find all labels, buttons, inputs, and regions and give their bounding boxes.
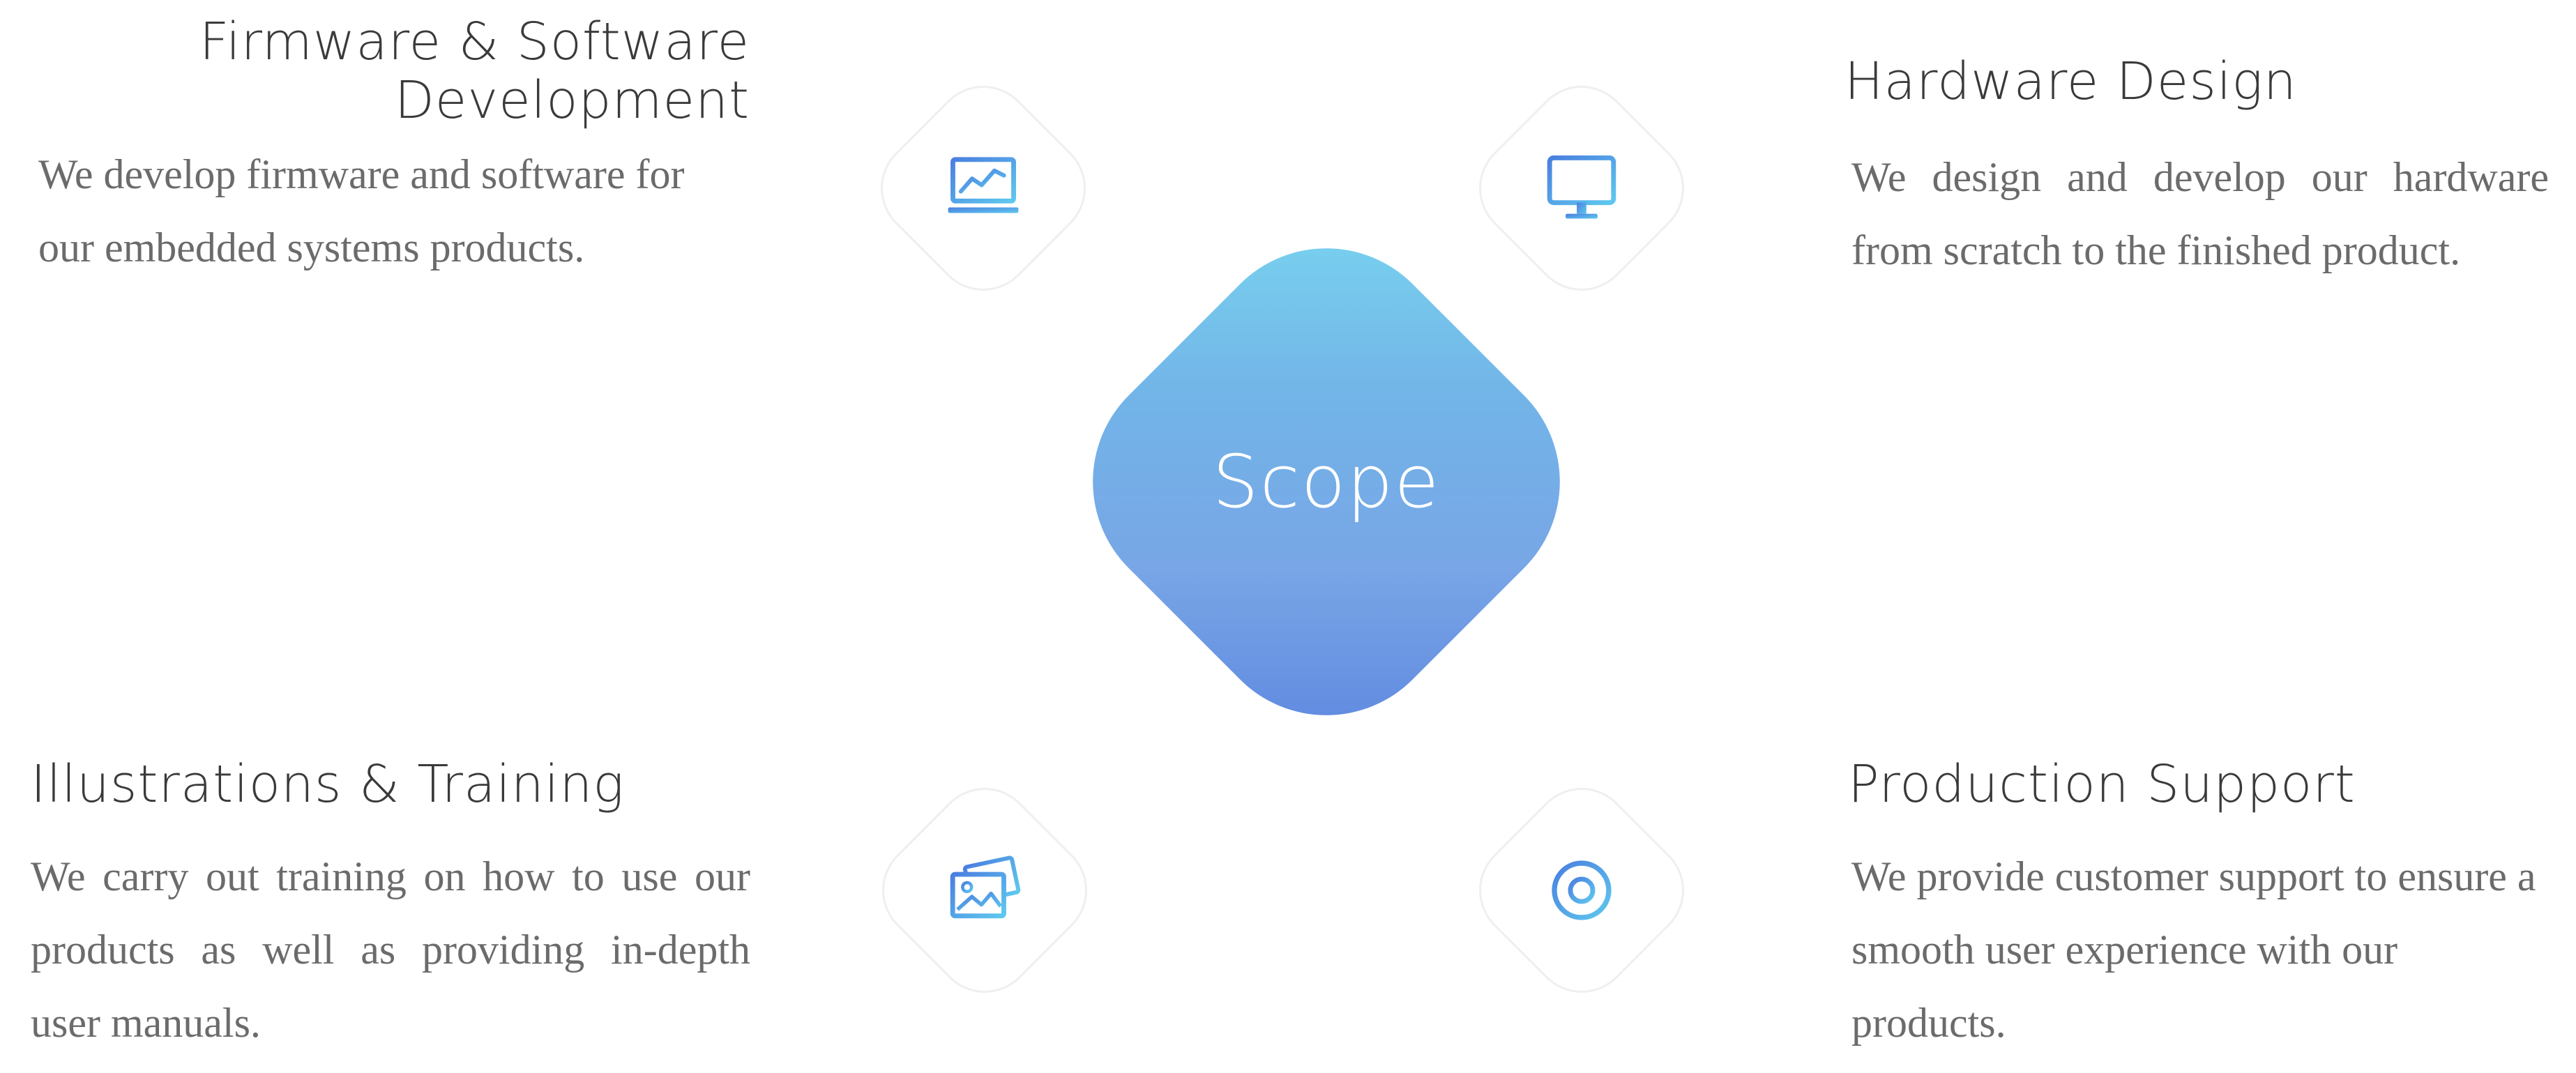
scope-label: Scope [1212, 439, 1441, 524]
images-icon [950, 855, 1021, 919]
firmware-heading-line1: Firmware & Software [199, 12, 750, 72]
hardware-heading: Hardware Design [1844, 52, 2297, 112]
laptop-chart-icon [948, 157, 1019, 213]
hardware-description: We design and develop our hardware from … [1851, 154, 2549, 273]
firmware-heading-line2: Development [394, 70, 750, 130]
firmware-heading: Firmware & Software Development [28, 13, 750, 130]
firmware-description: We develop firmware and software for our… [38, 151, 685, 271]
monitor-icon [1547, 155, 1616, 219]
production-heading: Production Support [1848, 754, 2356, 814]
illustrations-heading: Illustrations & Training [31, 754, 625, 814]
lifebuoy-icon [1552, 860, 1612, 920]
production-description: We provide customer support to ensure a … [1851, 853, 2536, 1046]
illustrations-description: We carry out training on how to use our … [31, 853, 750, 1046]
